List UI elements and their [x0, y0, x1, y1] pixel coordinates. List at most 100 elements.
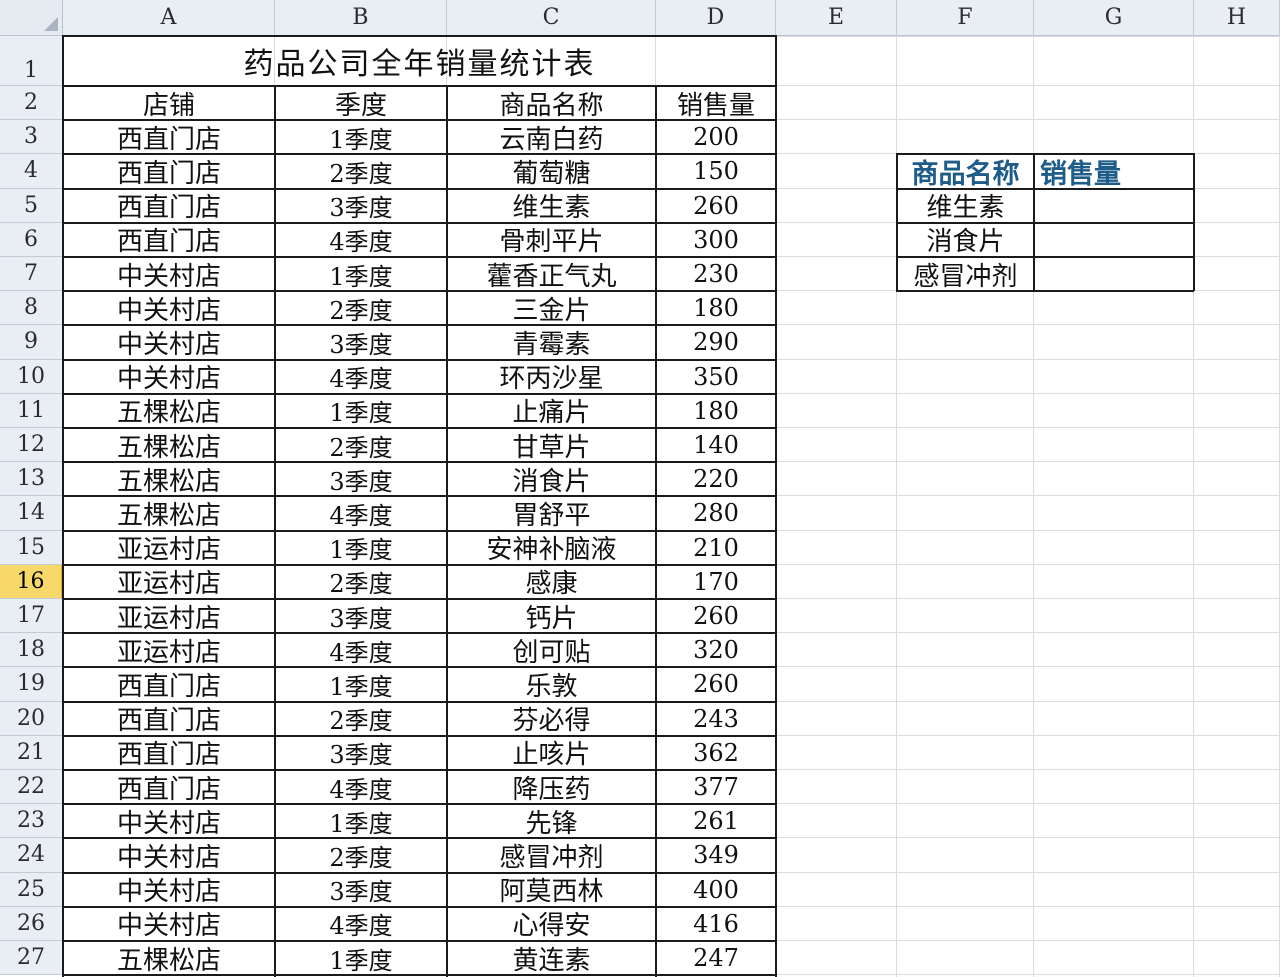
table-cell[interactable]: 1季度: [275, 257, 447, 291]
table-cell[interactable]: 180: [656, 291, 776, 325]
row-header-14[interactable]: 14: [0, 496, 63, 531]
table-cell[interactable]: 西直门店: [63, 189, 275, 223]
select-all-corner[interactable]: [0, 0, 63, 36]
table-cell[interactable]: 377: [656, 770, 776, 804]
table-cell[interactable]: 350: [656, 360, 776, 394]
table-cell[interactable]: 2季度: [275, 291, 447, 325]
table-cell[interactable]: 1季度: [275, 120, 447, 154]
table-cell[interactable]: 349: [656, 838, 776, 872]
table-cell[interactable]: 416: [656, 907, 776, 941]
table-cell[interactable]: 乐敦: [447, 667, 656, 702]
table-cell[interactable]: 170: [656, 565, 776, 599]
row-header-16[interactable]: 16: [0, 564, 63, 599]
row-header-26[interactable]: 26: [0, 906, 63, 941]
table-cell[interactable]: 200: [656, 120, 776, 154]
row-header-11[interactable]: 11: [0, 393, 63, 428]
table-cell[interactable]: 五棵松店: [63, 394, 275, 428]
table-header-cell[interactable]: 商品名称: [447, 86, 656, 121]
table-cell[interactable]: 阿莫西林: [447, 873, 656, 907]
table-cell[interactable]: 1季度: [275, 667, 447, 701]
table-cell[interactable]: 2季度: [275, 428, 447, 462]
table-cell[interactable]: 止痛片: [447, 394, 656, 428]
spreadsheet[interactable]: A B C D E F G H 1 2 3 4 5 6 7 8 9 10 11 12 13 14 15 16 17 18 19 20 2…: [0, 0, 1280, 977]
table-cell[interactable]: 西直门店: [63, 667, 275, 702]
column-header-e[interactable]: E: [776, 0, 897, 36]
table-cell[interactable]: 362: [656, 736, 776, 770]
row-header-7[interactable]: 7: [0, 257, 63, 292]
table-cell[interactable]: 钙片: [447, 599, 656, 634]
row-header-22[interactable]: 22: [0, 770, 63, 805]
table-cell[interactable]: 藿香正气丸: [447, 257, 656, 292]
table-cell[interactable]: 亚运村店: [63, 565, 275, 599]
column-header-a[interactable]: A: [63, 0, 275, 36]
lookup-header-sales[interactable]: 销售量: [1034, 154, 1194, 190]
table-cell[interactable]: 止咳片: [447, 736, 656, 770]
table-cell[interactable]: 心得安: [447, 907, 656, 941]
table-cell[interactable]: 140: [656, 428, 776, 462]
table-cell[interactable]: 180: [656, 394, 776, 428]
row-header-23[interactable]: 23: [0, 804, 63, 839]
table-cell[interactable]: 云南白药: [447, 120, 656, 155]
table-cell[interactable]: 280: [656, 496, 776, 530]
table-cell[interactable]: 创可贴: [447, 633, 656, 668]
row-header-10[interactable]: 10: [0, 359, 63, 394]
row-header-12[interactable]: 12: [0, 428, 63, 463]
table-cell[interactable]: 中关村店: [63, 907, 275, 941]
lookup-product-cell[interactable]: 维生素: [897, 189, 1034, 223]
table-cell[interactable]: 胃舒平: [447, 496, 656, 531]
table-cell[interactable]: 亚运村店: [63, 531, 275, 565]
table-cell[interactable]: 150: [656, 154, 776, 188]
row-header-4[interactable]: 4: [0, 154, 63, 189]
table-header-cell[interactable]: 销售量: [656, 86, 776, 121]
table-cell[interactable]: 2季度: [275, 565, 447, 599]
column-header-g[interactable]: G: [1034, 0, 1194, 36]
table-cell[interactable]: 中关村店: [63, 325, 275, 360]
table-cell[interactable]: 4季度: [275, 360, 447, 394]
table-cell[interactable]: 先锋: [447, 804, 656, 839]
table-cell[interactable]: 3季度: [275, 462, 447, 496]
table-header-cell[interactable]: 季度: [275, 86, 447, 121]
table-cell[interactable]: 西直门店: [63, 223, 275, 257]
table-cell[interactable]: 400: [656, 873, 776, 907]
table-cell[interactable]: 五棵松店: [63, 428, 275, 463]
lookup-sales-cell[interactable]: [1034, 189, 1194, 223]
table-cell[interactable]: 亚运村店: [63, 633, 275, 668]
table-cell[interactable]: 230: [656, 257, 776, 291]
table-cell[interactable]: 4季度: [275, 223, 447, 257]
table-cell[interactable]: 中关村店: [63, 873, 275, 907]
table-cell[interactable]: 2季度: [275, 154, 447, 188]
table-cell[interactable]: 220: [656, 462, 776, 496]
table-cell[interactable]: 260: [656, 599, 776, 633]
table-cell[interactable]: 260: [656, 667, 776, 701]
table-cell[interactable]: 3季度: [275, 599, 447, 633]
table-cell[interactable]: 290: [656, 325, 776, 359]
table-cell[interactable]: 西直门店: [63, 702, 275, 736]
table-cell[interactable]: 320: [656, 633, 776, 667]
table-cell[interactable]: 西直门店: [63, 736, 275, 770]
table-cell[interactable]: 黄连素: [447, 941, 656, 976]
table-cell[interactable]: 3季度: [275, 873, 447, 907]
table-header-cell[interactable]: 店铺: [63, 86, 275, 121]
column-header-c[interactable]: C: [447, 0, 656, 36]
table-cell[interactable]: 感冒冲剂: [447, 838, 656, 873]
table-cell[interactable]: 西直门店: [63, 120, 275, 155]
table-cell[interactable]: 降压药: [447, 770, 656, 805]
table-cell[interactable]: 1季度: [275, 941, 447, 975]
table-cell[interactable]: 2季度: [275, 702, 447, 736]
lookup-sales-cell[interactable]: [1034, 257, 1194, 291]
sheet-title[interactable]: 药品公司全年销量统计表: [63, 36, 776, 86]
table-cell[interactable]: 1季度: [275, 531, 447, 565]
table-cell[interactable]: 消食片: [447, 462, 656, 497]
table-cell[interactable]: 2季度: [275, 838, 447, 872]
table-cell[interactable]: 3季度: [275, 325, 447, 359]
table-cell[interactable]: 260: [656, 189, 776, 223]
table-cell[interactable]: 葡萄糖: [447, 154, 656, 189]
row-header-18[interactable]: 18: [0, 633, 63, 668]
table-cell[interactable]: 青霉素: [447, 325, 656, 360]
table-cell[interactable]: 4季度: [275, 907, 447, 941]
table-cell[interactable]: 西直门店: [63, 770, 275, 805]
table-cell[interactable]: 300: [656, 223, 776, 257]
table-cell[interactable]: 中关村店: [63, 291, 275, 326]
table-cell[interactable]: 4季度: [275, 496, 447, 530]
lookup-product-cell[interactable]: 感冒冲剂: [897, 257, 1034, 292]
